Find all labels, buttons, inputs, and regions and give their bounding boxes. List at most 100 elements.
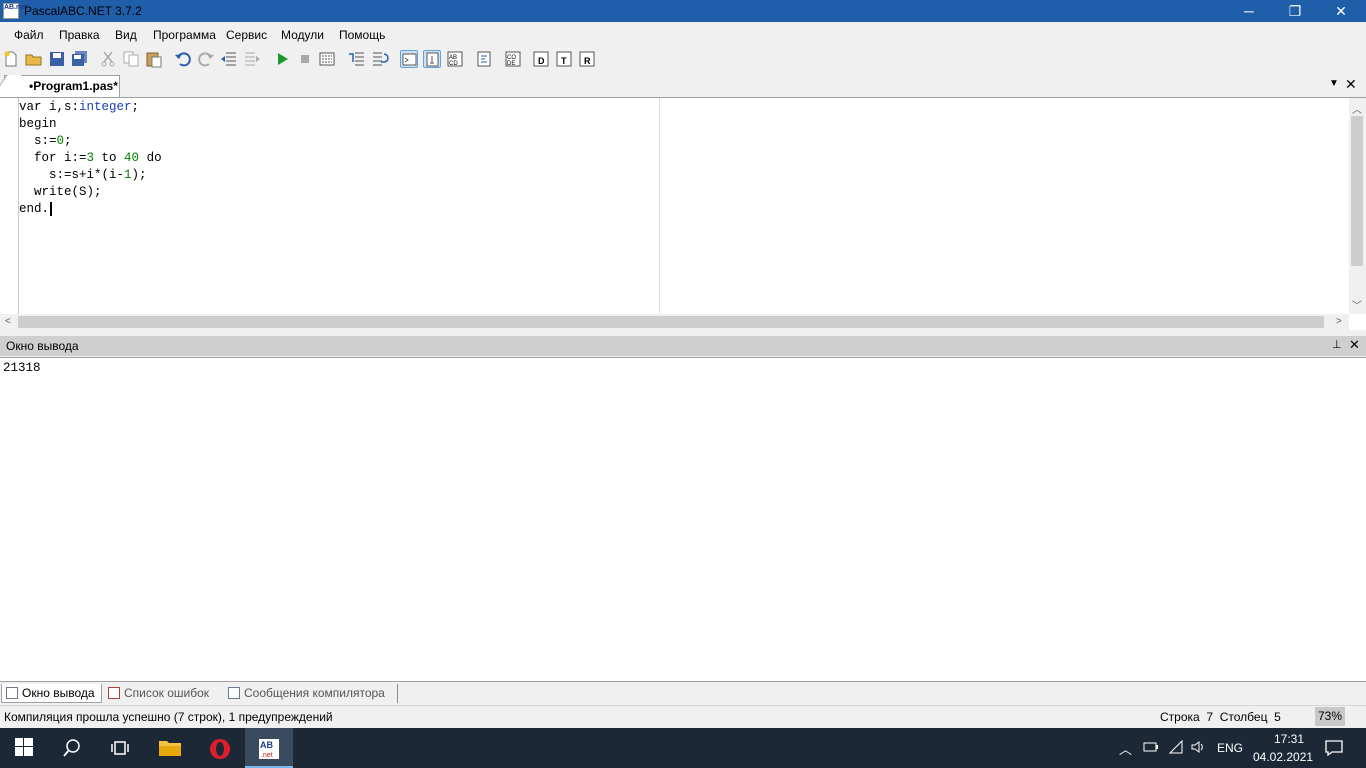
output-close-icon[interactable]: ✕ bbox=[1349, 337, 1360, 353]
paste-icon[interactable] bbox=[145, 50, 163, 68]
svg-text:CD: CD bbox=[449, 61, 458, 67]
volume-icon[interactable] bbox=[1190, 739, 1206, 758]
code-line[interactable]: write(S); bbox=[19, 185, 102, 202]
tab-error-list[interactable]: Список ошибок bbox=[104, 684, 222, 703]
row-value: 7 bbox=[1206, 710, 1214, 724]
windows-start-icon[interactable] bbox=[0, 728, 48, 768]
tab-label: Окно вывода bbox=[22, 686, 95, 700]
cursor-position: Строка 7 Столбец 5 bbox=[1160, 710, 1281, 724]
code-token: begin bbox=[19, 117, 57, 131]
notifications-icon[interactable] bbox=[1324, 738, 1344, 761]
cut-icon[interactable] bbox=[99, 50, 117, 68]
run-icon[interactable] bbox=[273, 50, 291, 68]
save-icon[interactable] bbox=[48, 50, 66, 68]
search-icon[interactable] bbox=[48, 728, 96, 768]
code-token: 0 bbox=[56, 134, 65, 148]
stop-icon[interactable] bbox=[296, 50, 314, 68]
tab-close-icon[interactable]: ✕ bbox=[1345, 76, 1357, 93]
code-line[interactable]: s:=s+i*(i-1); bbox=[19, 168, 147, 185]
redo-icon[interactable] bbox=[197, 50, 215, 68]
opera-browser-icon[interactable] bbox=[196, 728, 244, 768]
language-indicator[interactable]: ENG bbox=[1217, 741, 1243, 755]
tab-label: Сообщения компилятора bbox=[244, 686, 385, 700]
file-explorer-icon[interactable] bbox=[146, 728, 194, 768]
debug-t-icon[interactable]: T bbox=[555, 50, 573, 68]
error-list-icon bbox=[108, 687, 120, 699]
menu-service[interactable]: Сервис bbox=[226, 28, 267, 42]
menu-edit[interactable]: Правка bbox=[59, 28, 100, 42]
output-area[interactable] bbox=[0, 357, 1366, 682]
horizontal-scroll-thumb[interactable] bbox=[18, 316, 1324, 328]
pin-icon[interactable]: ⊥ bbox=[1332, 338, 1342, 351]
scroll-down-icon[interactable]: ﹀ bbox=[1352, 297, 1362, 312]
battery-icon[interactable] bbox=[1143, 740, 1159, 757]
clock-date[interactable]: 04.02.2021 bbox=[1253, 750, 1313, 764]
code-token: for i:= bbox=[19, 151, 87, 165]
tab-compiler-messages[interactable]: Сообщения компилятора bbox=[224, 684, 398, 703]
row-label: Строка bbox=[1160, 710, 1200, 724]
view-mode-2-icon[interactable] bbox=[423, 50, 441, 68]
vertical-scroll-thumb[interactable] bbox=[1351, 116, 1363, 266]
code-line[interactable]: for i:=3 to 40 do bbox=[19, 151, 162, 168]
text-cursor bbox=[50, 202, 52, 216]
tab-label: •Program1.pas* bbox=[29, 79, 118, 93]
code-token: s:=s+i*(i- bbox=[19, 168, 125, 182]
zoom-level[interactable]: 73% bbox=[1315, 707, 1345, 726]
compile-icon[interactable] bbox=[318, 50, 336, 68]
maximize-button[interactable]: ❐ bbox=[1272, 0, 1318, 22]
code-token: s:= bbox=[19, 134, 57, 148]
new-file-icon[interactable] bbox=[2, 50, 20, 68]
code-line[interactable]: s:=0; bbox=[19, 134, 72, 151]
svg-text:AB: AB bbox=[260, 740, 273, 750]
view-mode-3-icon[interactable]: AB CD bbox=[446, 50, 464, 68]
menu-modules[interactable]: Модули bbox=[281, 28, 324, 42]
menu-file[interactable]: Файл bbox=[14, 28, 44, 42]
open-folder-icon[interactable] bbox=[25, 50, 43, 68]
task-view-icon[interactable] bbox=[96, 728, 144, 768]
tab-list-chevron-icon[interactable]: ▼ bbox=[1329, 78, 1339, 89]
code-token: ); bbox=[131, 168, 147, 182]
code-editor[interactable] bbox=[0, 98, 1366, 330]
tab-output-window[interactable]: Окно вывода bbox=[1, 684, 102, 703]
view-mode-1-icon[interactable] bbox=[400, 50, 418, 68]
pascalabc-taskbar-icon[interactable]: AB .net bbox=[245, 728, 293, 768]
code-line[interactable]: end. bbox=[19, 202, 49, 219]
indent-icon[interactable] bbox=[243, 50, 261, 68]
minimize-button[interactable]: ─ bbox=[1226, 0, 1272, 22]
code-icon[interactable]: CO DE bbox=[504, 50, 522, 68]
tab-label: Список ошибок bbox=[124, 686, 210, 700]
format-icon[interactable] bbox=[475, 50, 493, 68]
step-into-icon[interactable] bbox=[348, 50, 366, 68]
col-value: 5 bbox=[1274, 710, 1281, 724]
close-button[interactable]: ✕ bbox=[1318, 0, 1364, 22]
toolbar: AB CD CO DE D T R bbox=[0, 46, 1366, 74]
save-all-icon[interactable] bbox=[71, 50, 89, 68]
scroll-up-icon[interactable]: ︿ bbox=[1352, 101, 1362, 116]
menu-program[interactable]: Программа bbox=[153, 28, 216, 42]
clock-time[interactable]: 17:31 bbox=[1266, 732, 1312, 746]
show-hidden-icons-chevron-icon[interactable]: ︿ bbox=[1119, 739, 1132, 758]
output-window-icon bbox=[6, 687, 18, 699]
code-line[interactable]: var i,s:integer; bbox=[19, 100, 139, 117]
code-line[interactable]: begin bbox=[19, 117, 57, 134]
debug-r-icon[interactable]: R bbox=[578, 50, 596, 68]
step-over-icon[interactable] bbox=[371, 50, 389, 68]
code-token: var i,s: bbox=[19, 100, 80, 114]
output-panel-header bbox=[0, 336, 1366, 356]
debug-d-icon[interactable]: D bbox=[532, 50, 550, 68]
scroll-left-icon[interactable]: < bbox=[5, 316, 11, 327]
tab-program1[interactable]: •Program1.pas* bbox=[4, 75, 120, 97]
code-token: integer bbox=[79, 100, 132, 114]
scroll-right-icon[interactable]: > bbox=[1336, 316, 1342, 327]
copy-icon[interactable] bbox=[122, 50, 140, 68]
undo-icon[interactable] bbox=[174, 50, 192, 68]
editor-tab-strip bbox=[0, 74, 1366, 98]
menu-view[interactable]: Вид bbox=[115, 28, 137, 42]
code-token: 40 bbox=[124, 151, 140, 165]
menu-help[interactable]: Помощь bbox=[339, 28, 385, 42]
svg-text:T: T bbox=[561, 56, 567, 66]
network-icon[interactable] bbox=[1168, 739, 1184, 758]
unindent-icon[interactable] bbox=[220, 50, 238, 68]
right-margin-line bbox=[659, 98, 660, 314]
code-token: ; bbox=[131, 100, 140, 114]
